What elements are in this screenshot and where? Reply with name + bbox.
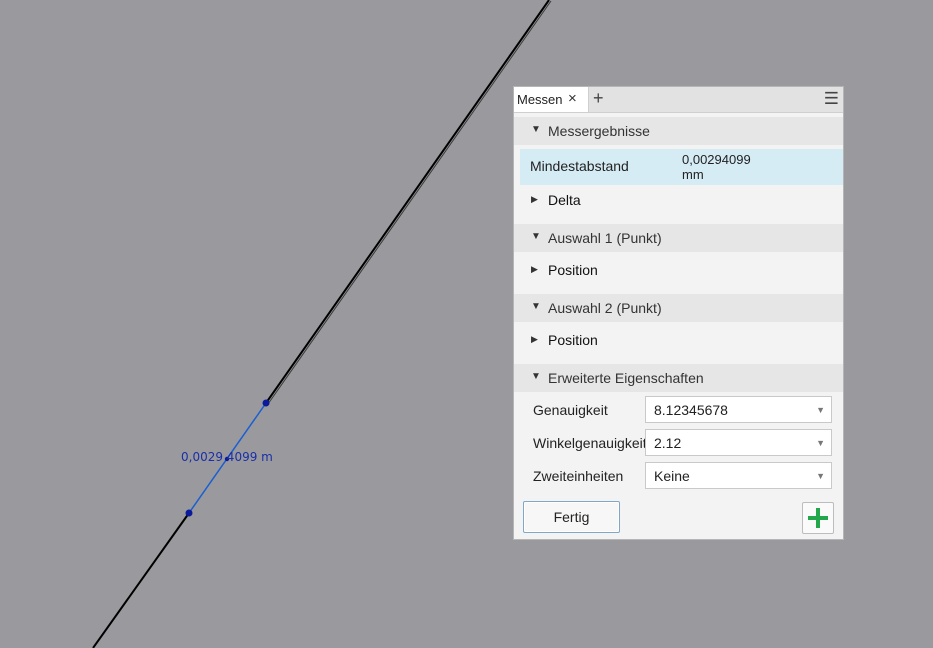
- delta-row[interactable]: ▶ Delta: [514, 186, 843, 214]
- model-edge-upper[interactable]: [265, 0, 550, 404]
- section-selection2-header[interactable]: ▼ Auswahl 2 (Punkt): [514, 294, 843, 322]
- dual-units-value: Keine: [654, 468, 690, 484]
- section-advanced-label: Erweiterte Eigenschaften: [548, 370, 704, 386]
- precision-select[interactable]: 8.12345678 ▼: [645, 396, 832, 423]
- expand-triangle-icon: ▶: [531, 334, 538, 344]
- collapse-triangle-icon: ▼: [531, 371, 541, 382]
- min-distance-unit: mm: [682, 167, 704, 182]
- selection1-position-row[interactable]: ▶ Position: [514, 256, 843, 284]
- section-results-header[interactable]: ▼ Messergebnisse: [514, 117, 843, 145]
- selection1-position-label: Position: [548, 262, 598, 278]
- selection2-position-row[interactable]: ▶ Position: [514, 326, 843, 354]
- min-distance-value: 0,00294099 mm: [682, 152, 751, 182]
- collapse-triangle-icon: ▼: [531, 301, 541, 312]
- expand-triangle-icon: ▶: [531, 194, 538, 204]
- section-results-label: Messergebnisse: [548, 123, 650, 139]
- add-measurement-button[interactable]: [802, 502, 834, 534]
- min-distance-label: Mindestabstand: [530, 158, 629, 174]
- collapse-triangle-icon: ▼: [531, 231, 541, 242]
- dual-units-select[interactable]: Keine ▼: [645, 462, 832, 489]
- min-distance-row[interactable]: Mindestabstand 0,00294099 mm: [520, 149, 843, 185]
- section-selection1-header[interactable]: ▼ Auswahl 1 (Punkt): [514, 224, 843, 252]
- chevron-down-icon: ▼: [816, 438, 825, 448]
- selection2-position-label: Position: [548, 332, 598, 348]
- dual-units-row: Zweiteinheiten Keine ▼: [514, 462, 843, 490]
- precision-value: 8.12345678: [654, 402, 728, 418]
- section-advanced-header[interactable]: ▼ Erweiterte Eigenschaften: [514, 364, 843, 392]
- plus-icon: [808, 508, 828, 528]
- measure-point-2[interactable]: [185, 509, 193, 517]
- tab-messen[interactable]: Messen ×: [514, 87, 589, 112]
- model-edge-lower[interactable]: [92, 512, 190, 648]
- expand-triangle-icon: ▶: [531, 264, 538, 274]
- model-edge-upper-shadow: [267, 0, 552, 405]
- chevron-down-icon: ▼: [816, 405, 825, 415]
- section-selection1-label: Auswahl 1 (Punkt): [548, 230, 662, 246]
- delta-label: Delta: [548, 192, 581, 208]
- section-selection2-label: Auswahl 2 (Punkt): [548, 300, 662, 316]
- done-button[interactable]: Fertig: [523, 501, 620, 533]
- measure-point-1[interactable]: [262, 399, 270, 407]
- dual-units-label: Zweiteinheiten: [533, 468, 624, 484]
- collapse-triangle-icon: ▼: [531, 124, 541, 135]
- add-tab-icon[interactable]: +: [593, 88, 604, 109]
- angle-precision-value: 2.12: [654, 435, 682, 451]
- precision-label: Genauigkeit: [533, 402, 608, 418]
- angle-precision-row: Winkelgenauigkeit 2.12 ▼: [514, 429, 843, 457]
- angle-precision-select[interactable]: 2.12 ▼: [645, 429, 832, 456]
- angle-precision-label: Winkelgenauigkeit: [533, 435, 647, 451]
- measure-panel: Messen × + ☰ ▼ Messergebnisse Mindestabs…: [513, 86, 844, 540]
- dimension-label: 0,0029 4099 m: [181, 450, 273, 464]
- precision-row: Genauigkeit 8.12345678 ▼: [514, 396, 843, 424]
- done-button-label: Fertig: [553, 509, 590, 525]
- tab-label: Messen: [517, 92, 563, 107]
- close-icon[interactable]: ×: [568, 90, 577, 107]
- panel-tab-bar: Messen × + ☰: [514, 87, 843, 113]
- chevron-down-icon: ▼: [816, 471, 825, 481]
- menu-icon[interactable]: ☰: [824, 89, 839, 109]
